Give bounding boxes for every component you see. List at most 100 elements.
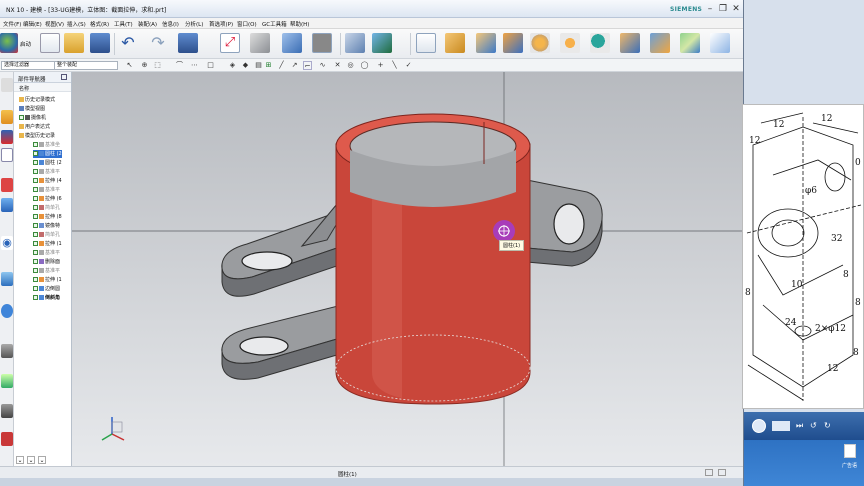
next-icon[interactable]: ⏭ — [796, 421, 803, 431]
graphics-window[interactable]: 圆柱(1) — [72, 72, 743, 466]
status-icon[interactable] — [718, 469, 726, 476]
snap-intersect-icon[interactable]: ✕ — [333, 61, 342, 70]
tree-node[interactable]: 删除面 — [33, 258, 60, 266]
tree-node[interactable]: 基准坐 — [33, 141, 60, 149]
menu-format[interactable]: 格式(R) — [90, 20, 109, 28]
select-edge-icon[interactable]: ⌒ — [175, 61, 184, 70]
snap-grid-icon[interactable]: ⊞ — [264, 61, 273, 70]
select-all-icon[interactable]: ⊕ — [140, 61, 149, 70]
hd3d-icon[interactable] — [1, 198, 13, 212]
save-icon[interactable] — [90, 33, 110, 53]
reuse-library-icon[interactable] — [1, 178, 13, 192]
select-curve-icon[interactable]: ⋯ — [190, 61, 199, 70]
checkbox[interactable] — [33, 250, 38, 255]
tree-node[interactable]: 拉伸 (8 — [33, 213, 62, 221]
start-label[interactable]: 启动 — [20, 40, 31, 48]
save-as-icon[interactable] — [178, 33, 198, 53]
select-sheet-icon[interactable]: ▤ — [254, 61, 263, 70]
menu-gc-toolbox[interactable]: GC工具箱 — [262, 20, 287, 28]
expand-icon[interactable]: ⌄ — [16, 456, 24, 464]
menu-view[interactable]: 视图(V) — [45, 20, 64, 28]
menu-assembly[interactable]: 装配(A) — [138, 20, 157, 28]
subtract-icon[interactable] — [650, 33, 670, 53]
blank-sheet-icon[interactable] — [416, 33, 436, 53]
shaded-view-icon[interactable] — [250, 33, 270, 53]
checkbox[interactable] — [19, 115, 24, 120]
cube-view-icon[interactable] — [282, 33, 302, 53]
menu-insert[interactable]: 插入(S) — [67, 20, 86, 28]
repeat-icon[interactable]: ↺ — [810, 421, 817, 430]
select-face-icon[interactable]: ⬚ — [153, 61, 162, 70]
checkbox[interactable] — [33, 196, 38, 201]
tree-node[interactable]: 倒斜角 — [33, 294, 60, 302]
menu-edit[interactable]: 编辑(E) — [23, 20, 42, 28]
draft-icon[interactable] — [710, 33, 730, 53]
settings-icon[interactable] — [1, 78, 13, 92]
select-body-icon[interactable]: ◈ — [228, 61, 237, 70]
menu-help[interactable]: 帮助(H) — [290, 20, 309, 28]
tree-node[interactable]: 镜像特 — [33, 222, 60, 230]
tree-node[interactable]: 边倒圆 — [33, 285, 60, 293]
select-cursor-icon[interactable]: ↖ — [125, 61, 134, 70]
boss-icon[interactable] — [503, 33, 523, 53]
snap-quadrant-icon[interactable]: ◯ — [360, 61, 369, 70]
checkbox[interactable] — [33, 142, 38, 147]
refresh-icon[interactable]: ↻ — [824, 421, 831, 430]
checkbox[interactable] — [33, 295, 38, 300]
tree-node[interactable]: 简单孔 — [33, 204, 60, 212]
intersect-icon[interactable] — [680, 33, 700, 53]
navigator-pin-icon[interactable] — [61, 74, 67, 80]
menu-analysis[interactable]: 分析(L) — [185, 20, 203, 28]
close-button[interactable]: ✕ — [731, 4, 741, 14]
background-icon[interactable] — [312, 33, 332, 53]
unite-icon[interactable] — [620, 33, 640, 53]
checkbox[interactable] — [33, 259, 38, 264]
maximize-button[interactable]: ❐ — [718, 4, 728, 14]
snap-end-icon[interactable]: ↗ — [290, 61, 299, 70]
checkbox[interactable] — [33, 151, 38, 156]
details-icon[interactable]: ⌄ — [38, 456, 46, 464]
manufacturing-icon[interactable] — [1, 374, 13, 388]
checkbox[interactable] — [33, 178, 38, 183]
snap-mid-icon[interactable]: ⌐ — [303, 61, 312, 70]
menu-window[interactable]: 窗口(O) — [237, 20, 257, 28]
history-icon[interactable] — [1, 272, 13, 286]
menu-tools[interactable]: 工具(T) — [114, 20, 133, 28]
role-icon[interactable] — [1, 432, 13, 446]
start-icon[interactable] — [0, 33, 18, 53]
playlist-icon[interactable] — [772, 421, 790, 431]
minimize-button[interactable]: – — [705, 4, 715, 14]
tree-node[interactable]: 基准平 — [33, 168, 60, 176]
constraint-nav-icon[interactable] — [1, 130, 13, 144]
part-nav-icon[interactable] — [1, 148, 13, 162]
snap-curve-point-icon[interactable]: ╲ — [390, 61, 399, 70]
section-view-icon[interactable] — [345, 33, 365, 53]
checkbox[interactable] — [33, 241, 38, 246]
select-box-icon[interactable]: □ — [206, 61, 215, 70]
checkbox[interactable] — [33, 223, 38, 228]
menu-file[interactable]: 文件(F) — [3, 20, 21, 28]
stop-icon[interactable] — [752, 419, 766, 433]
checkbox[interactable] — [33, 187, 38, 192]
split-view-icon[interactable] — [372, 33, 392, 53]
checkbox[interactable] — [33, 214, 38, 219]
tree-node[interactable]: 拉伸 (4 — [33, 177, 62, 185]
tree-node[interactable]: 简单孔 — [33, 231, 60, 239]
redo-icon[interactable]: ↷ — [148, 33, 168, 53]
checkbox[interactable] — [33, 160, 38, 165]
checkbox[interactable] — [33, 232, 38, 237]
tree-node[interactable]: 模型视图 — [19, 105, 45, 113]
tree-node[interactable]: 模型历史记录 — [19, 132, 55, 140]
web-browser-icon[interactable]: ◉ — [1, 236, 13, 250]
assembly-nav-icon[interactable] — [1, 110, 13, 124]
tree-node[interactable]: 拉伸 (1 — [33, 276, 62, 284]
tree-node[interactable]: 基准平 — [33, 186, 60, 194]
menu-info[interactable]: 信息(I) — [162, 20, 179, 28]
checkbox[interactable] — [33, 268, 38, 273]
tree-node[interactable]: 拉伸 (6 — [33, 195, 62, 203]
tree-node[interactable]: 基准平 — [33, 249, 60, 257]
checkbox[interactable] — [33, 286, 38, 291]
tool-icon[interactable] — [1, 404, 13, 418]
tree-node[interactable]: 用户表达式 — [19, 123, 50, 131]
select-feature-icon[interactable]: ◆ — [241, 61, 250, 70]
